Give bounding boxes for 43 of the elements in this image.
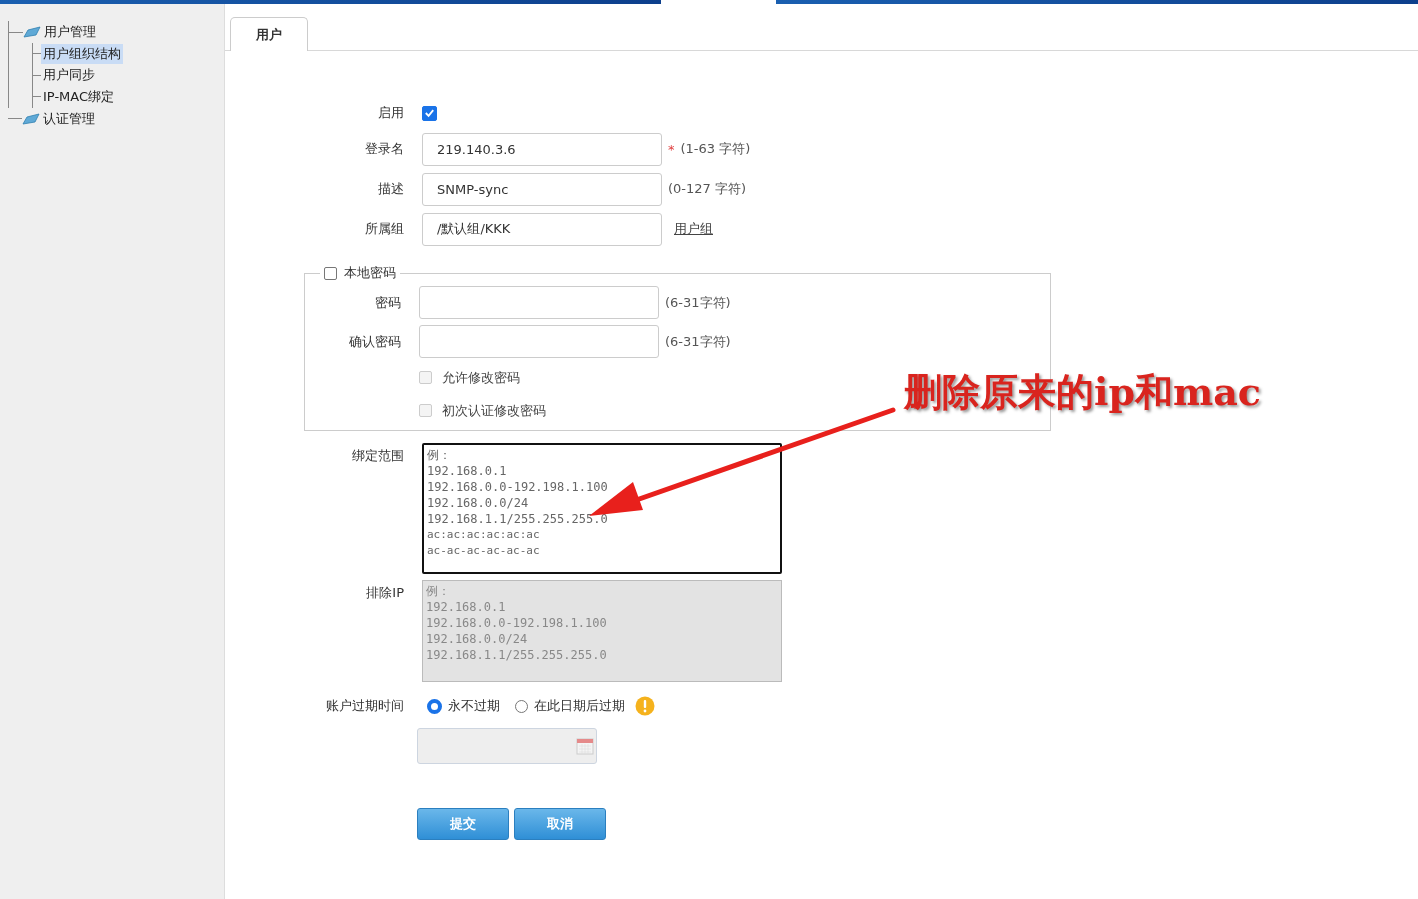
folder-icon bbox=[23, 26, 41, 38]
required-mark: * bbox=[668, 141, 675, 157]
field-label: 账户过期时间 bbox=[325, 697, 405, 715]
annotation-text: 删除原来的ip和mac bbox=[904, 368, 1261, 416]
placeholder-text: 例： 192.168.0.1 192.168.0.0-192.198.1.100 192.168.0.0/24 192.168.1.1/255.255.255.0 bbox=[426, 583, 608, 663]
checkbox[interactable] bbox=[422, 105, 437, 121]
tree-item[interactable]: 认证管理 bbox=[41, 108, 97, 129]
radio-button[interactable] bbox=[427, 698, 442, 714]
text-field[interactable]: /默认组/KKK bbox=[422, 212, 662, 246]
tab[interactable]: 用户 bbox=[230, 17, 308, 51]
field-label: 所属组 bbox=[364, 220, 405, 238]
text-field[interactable]: 219.140.3.6 bbox=[422, 132, 662, 166]
field-label: 启用 bbox=[377, 104, 405, 122]
text-field[interactable]: SNMP-sync bbox=[422, 172, 662, 206]
field-label: 确认密码 bbox=[348, 332, 402, 351]
text-area[interactable]: 例： 192.168.0.1 192.168.0.0-192.198.1.100 192.168.0.0/24 192.168.1.1/255.255.255.0 ac:ac:ac:ac:ac:ac ac-ac-ac-ac-ac-ac bbox=[422, 443, 782, 574]
password-field[interactable] bbox=[419, 325, 659, 358]
placeholder-text: 例： 192.168.0.1 192.168.0.0-192.198.1.100 192.168.0.0/24 192.168.1.1/255.255.255.0 ac:ac:ac:ac:ac:ac ac-ac-ac-ac-ac-ac bbox=[427, 447, 609, 559]
field-label: 绑定范围 bbox=[351, 447, 405, 465]
checkbox-label: 允许修改密码 bbox=[442, 368, 520, 387]
checkbox-label: 初次认证修改密码 bbox=[442, 401, 546, 420]
group-link[interactable]: 用户组 bbox=[674, 220, 713, 238]
hint-text: (6-31字符) bbox=[665, 293, 731, 312]
field-label: 密码 bbox=[374, 293, 402, 312]
date-field[interactable] bbox=[417, 728, 597, 764]
tree-item[interactable]: IP-MAC绑定 bbox=[41, 86, 117, 107]
warning-icon bbox=[635, 696, 655, 716]
folder-icon bbox=[22, 112, 40, 125]
hint-text: (1-63 字符) bbox=[680, 140, 751, 158]
calendar-icon[interactable] bbox=[576, 737, 594, 755]
password-field[interactable] bbox=[419, 286, 659, 319]
hint-text: (0-127 字符) bbox=[668, 180, 747, 198]
radio-label: 在此日期后过期 bbox=[534, 697, 625, 715]
fieldset-label: 本地密码 bbox=[344, 264, 396, 282]
tree-item[interactable]: 用户同步 bbox=[41, 65, 97, 86]
tree-item[interactable]: 用户组织结构 bbox=[41, 43, 123, 64]
checkbox[interactable] bbox=[324, 266, 337, 280]
field-label: 描述 bbox=[377, 180, 405, 198]
tree-item[interactable]: 用户管理 bbox=[42, 22, 98, 42]
hint-text: (6-31字符) bbox=[665, 332, 731, 351]
field-label: 登录名 bbox=[364, 140, 405, 158]
field-label: 排除IP bbox=[365, 584, 405, 602]
radio-label: 永不过期 bbox=[448, 697, 500, 715]
